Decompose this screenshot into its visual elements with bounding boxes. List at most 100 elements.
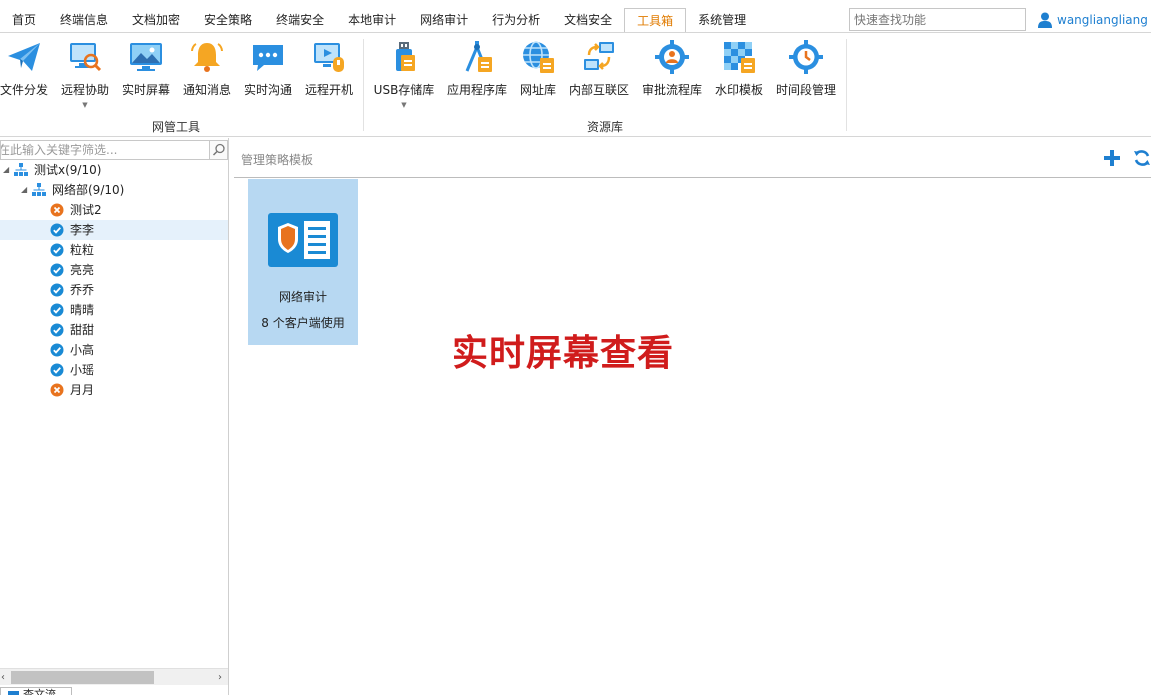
tab-terminal-security[interactable]: 终端安全 (264, 8, 336, 33)
filter-search-button[interactable] (209, 141, 227, 159)
scrollbar-thumb[interactable] (11, 671, 154, 684)
overlay-caption: 实时屏幕查看 (452, 333, 675, 374)
url-library-button[interactable]: 网址库 (518, 39, 558, 109)
tree-node-label: 月月 (70, 383, 95, 397)
tree-node-client[interactable]: 晴晴 (0, 300, 228, 320)
notification-button[interactable]: 通知消息 (181, 39, 233, 109)
chat-icon (253, 45, 283, 71)
tab-doc-security[interactable]: 文档安全 (552, 8, 624, 33)
online-status-icon (50, 223, 64, 237)
org-icon (14, 163, 28, 176)
online-status-icon (50, 303, 64, 317)
organization-panel: 在此输入关键字筛选... ◢ 测试x(9/10) ◢ 网络部(9/10) 测试2… (0, 138, 229, 695)
usb-icon (396, 42, 415, 71)
remote-power-on-button[interactable]: 远程开机 (303, 39, 355, 109)
user-account[interactable]: wangliangliang (1038, 10, 1148, 30)
usb-storage-library-button[interactable]: USB存储库 ▼ (373, 39, 435, 109)
ribbon-separator (846, 39, 847, 131)
tree-node-label: 测试x(9/10) (34, 163, 102, 177)
tree-node-client[interactable]: 小瑶 (0, 360, 228, 380)
internal-interconnect-button[interactable]: 内部互联区 (568, 39, 630, 109)
bell-icon (191, 43, 223, 72)
collapse-arrow-icon[interactable]: ◢ (21, 180, 27, 200)
template-usage: 8 个客户端使用 (261, 316, 345, 330)
dropdown-caret-icon[interactable]: ▼ (59, 100, 111, 110)
dropdown-caret-icon[interactable]: ▼ (373, 100, 435, 110)
group-label-network-tools: 网管工具 (152, 120, 201, 134)
offline-status-icon (50, 203, 64, 217)
scroll-left-icon[interactable]: ‹ (1, 669, 5, 686)
tree-node-org-root[interactable]: ◢ 测试x(9/10) (0, 160, 228, 180)
group-label-resource-library: 资源库 (587, 120, 624, 134)
file-distribute-button[interactable]: 文件分发 (0, 39, 48, 109)
ribbon-separator (363, 39, 364, 131)
network-icon (584, 42, 614, 70)
org-icon (32, 183, 46, 196)
bottom-tab-label: 查文流 (23, 688, 56, 695)
policy-template-card[interactable]: 网络审计 8 个客户端使用 (248, 179, 358, 345)
refresh-icon[interactable] (1132, 148, 1151, 168)
remote-assist-button[interactable]: 远程协助 ▼ (59, 39, 111, 109)
tree-node-label: 晴晴 (70, 303, 95, 317)
network-audit-policy-icon (268, 213, 338, 267)
realtime-chat-button[interactable]: 实时沟通 (242, 39, 294, 109)
tree-node-label: 甜甜 (70, 323, 95, 337)
user-icon (1038, 12, 1052, 28)
horizontal-scrollbar[interactable]: ‹ › (0, 668, 228, 685)
tab-terminal-info[interactable]: 终端信息 (48, 8, 120, 33)
remote-assist-icon (70, 43, 102, 72)
tab-home[interactable]: 首页 (0, 8, 48, 33)
quick-search-input[interactable] (849, 8, 1026, 31)
collapse-arrow-icon[interactable]: ◢ (3, 160, 9, 180)
offline-status-icon (50, 383, 64, 397)
tree-node-client[interactable]: 月月 (0, 380, 228, 400)
tree-node-client[interactable]: 测试2 (0, 200, 228, 220)
tree-node-client[interactable]: 甜甜 (0, 320, 228, 340)
globe-icon (523, 41, 554, 73)
panel-title: 管理策略模板 (241, 153, 314, 167)
realtime-screen-button[interactable]: 实时屏幕 (120, 39, 172, 109)
clock-gear-icon (789, 40, 823, 74)
watermark-template-button[interactable]: 水印模板 (713, 39, 765, 109)
tree-node-label: 乔乔 (70, 283, 95, 297)
approval-flow-library-button[interactable]: 审批流程库 (641, 39, 703, 109)
tab-network-audit[interactable]: 网络审计 (408, 8, 480, 33)
add-icon[interactable] (1102, 148, 1122, 168)
tree-filter-input[interactable]: 在此输入关键字筛选... (0, 140, 228, 160)
app-library-button[interactable]: 应用程序库 (446, 39, 508, 109)
tree-node-label: 小高 (70, 343, 95, 357)
tab-toolbox[interactable]: 工具箱 (624, 8, 687, 33)
paper-plane-icon (8, 43, 40, 71)
tree-node-label: 网络部(9/10) (52, 183, 125, 197)
tab-system-management[interactable]: 系统管理 (686, 8, 758, 33)
tab-behavior-analysis[interactable]: 行为分析 (480, 8, 552, 33)
tree-node-client[interactable]: 粒粒 (0, 240, 228, 260)
panel-divider (234, 177, 1151, 178)
organization-tree: ◢ 测试x(9/10) ◢ 网络部(9/10) 测试2 李李 粒粒 亮亮 乔乔 … (0, 160, 228, 400)
online-status-icon (50, 343, 64, 357)
tree-node-client[interactable]: 亮亮 (0, 260, 228, 280)
filter-placeholder: 在此输入关键字筛选... (0, 143, 118, 157)
user-name: wangliangliang (1057, 13, 1148, 27)
tree-node-label: 小瑶 (70, 363, 95, 377)
tab-icon (8, 691, 19, 695)
tab-local-audit[interactable]: 本地审计 (336, 8, 408, 33)
tree-node-label: 李李 (70, 223, 95, 237)
scroll-right-icon[interactable]: › (218, 669, 222, 686)
main-tabs: 首页 终端信息 文档加密 安全策略 终端安全 本地审计 网络审计 行为分析 文档… (0, 8, 758, 33)
tree-node-label: 亮亮 (70, 263, 95, 277)
search-icon (212, 143, 225, 156)
toolbox-ribbon: 文件分发 远程协助 ▼ 实时屏幕 通知消息 实时沟通 远程开机 网管工具 USB… (0, 33, 1151, 137)
tree-node-label: 测试2 (70, 203, 102, 217)
online-status-icon (50, 323, 64, 337)
tree-node-client[interactable]: 乔乔 (0, 280, 228, 300)
screen-icon (130, 43, 162, 71)
top-tab-bar: 首页 终端信息 文档加密 安全策略 终端安全 本地审计 网络审计 行为分析 文档… (0, 0, 1151, 33)
time-period-management-button[interactable]: 时间段管理 (775, 39, 837, 109)
tree-node-org-network-dept[interactable]: ◢ 网络部(9/10) (0, 180, 228, 200)
tab-security-policy[interactable]: 安全策略 (192, 8, 264, 33)
tab-doc-encrypt[interactable]: 文档加密 (120, 8, 192, 33)
tree-node-client[interactable]: 小高 (0, 340, 228, 360)
bottom-panel-tab[interactable]: 查文流 (0, 687, 72, 695)
tree-node-client[interactable]: 李李 (0, 220, 228, 240)
